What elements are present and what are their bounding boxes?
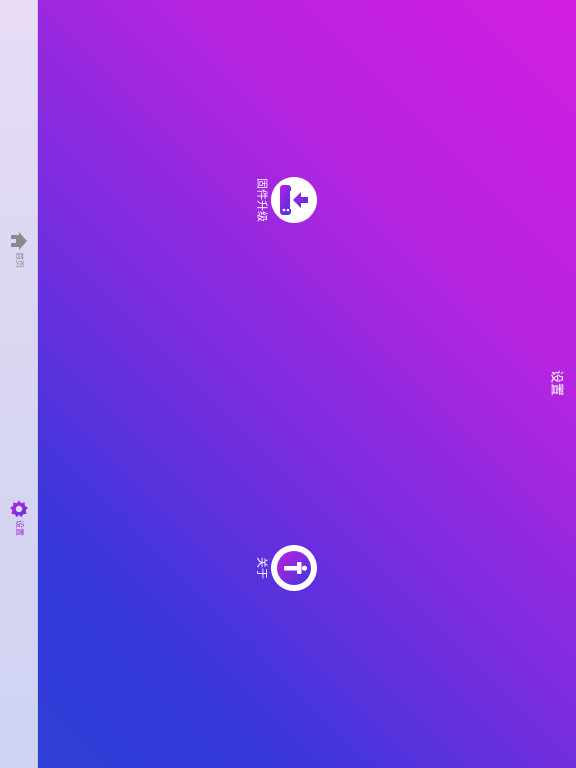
sidebar-item-home[interactable]: 首页 — [0, 228, 38, 276]
info-icon — [277, 551, 311, 585]
sidebar-item-home-label: 首页 — [15, 252, 24, 268]
sidebar-item-settings-label: 设置 — [15, 520, 24, 536]
app-screen: 首页 设置 设置 固件升级 关于 — [0, 0, 576, 768]
page-title: 设置 — [548, 369, 564, 397]
about-circle — [271, 545, 317, 591]
sidebar: 首页 设置 — [0, 0, 38, 768]
firmware-upgrade-label: 固件升级 — [255, 178, 269, 222]
home-icon — [11, 232, 27, 250]
about-label: 关于 — [255, 557, 269, 579]
firmware-upgrade-button[interactable]: 固件升级 — [252, 176, 318, 224]
settings-gear-icon — [10, 500, 28, 518]
about-button[interactable]: 关于 — [252, 544, 318, 592]
main-panel — [38, 0, 576, 768]
sidebar-item-settings[interactable]: 设置 — [0, 496, 38, 544]
firmware-upgrade-icon — [280, 185, 308, 215]
firmware-upgrade-circle — [271, 177, 317, 223]
